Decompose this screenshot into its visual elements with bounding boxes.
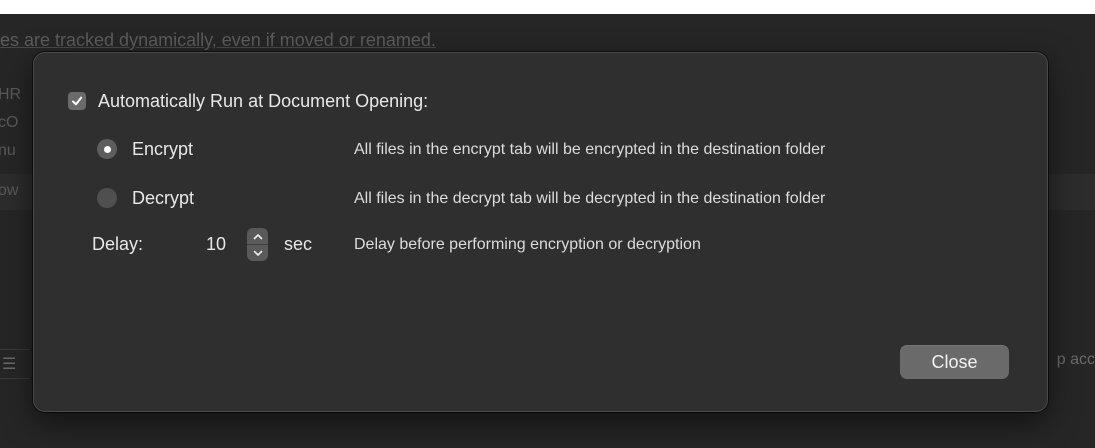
delay-description: Delay before performing encryption or de… <box>354 236 701 253</box>
encrypt-radio[interactable] <box>97 139 117 159</box>
auto-run-checkbox-row[interactable]: Automatically Run at Document Opening: <box>68 89 428 113</box>
decrypt-description: All files in the decrypt tab will be dec… <box>354 190 826 207</box>
checkmark-icon <box>72 96 83 106</box>
close-button[interactable]: Close <box>900 345 1009 379</box>
delay-label: Delay: <box>92 234 144 254</box>
chevron-up-icon <box>253 233 262 239</box>
chevron-down-icon <box>253 250 262 256</box>
list-icon: ☰ <box>2 356 17 373</box>
radio-selected-dot <box>103 145 111 153</box>
encrypt-label: Encrypt <box>132 138 194 159</box>
background-fragment: ow <box>0 182 19 199</box>
decrypt-radio[interactable] <box>97 188 117 208</box>
encrypt-description: All files in the encrypt tab will be enc… <box>354 141 826 158</box>
background-fragment: nu <box>0 142 16 159</box>
background-fragment: HR <box>0 86 22 103</box>
background-info-text: es are tracked dynamically, even if move… <box>0 30 436 50</box>
decrypt-label: Decrypt <box>132 187 195 208</box>
decrypt-option[interactable]: Decrypt <box>97 186 194 210</box>
background-list-button: ☰ <box>0 349 30 379</box>
auto-run-checkbox[interactable] <box>68 92 86 110</box>
background-fragment-right: p acc <box>1056 351 1095 368</box>
delay-value-field[interactable]: 10 <box>206 234 226 255</box>
auto-run-label: Automatically Run at Document Opening: <box>98 90 429 111</box>
delay-stepper[interactable] <box>247 228 268 261</box>
encrypt-option[interactable]: Encrypt <box>97 137 193 161</box>
background-fragment: cO <box>0 114 19 131</box>
auto-run-dialog: Automatically Run at Document Opening: E… <box>33 52 1048 412</box>
stepper-down-button[interactable] <box>247 245 268 261</box>
stepper-up-button[interactable] <box>247 228 268 245</box>
delay-unit: sec <box>284 234 313 254</box>
